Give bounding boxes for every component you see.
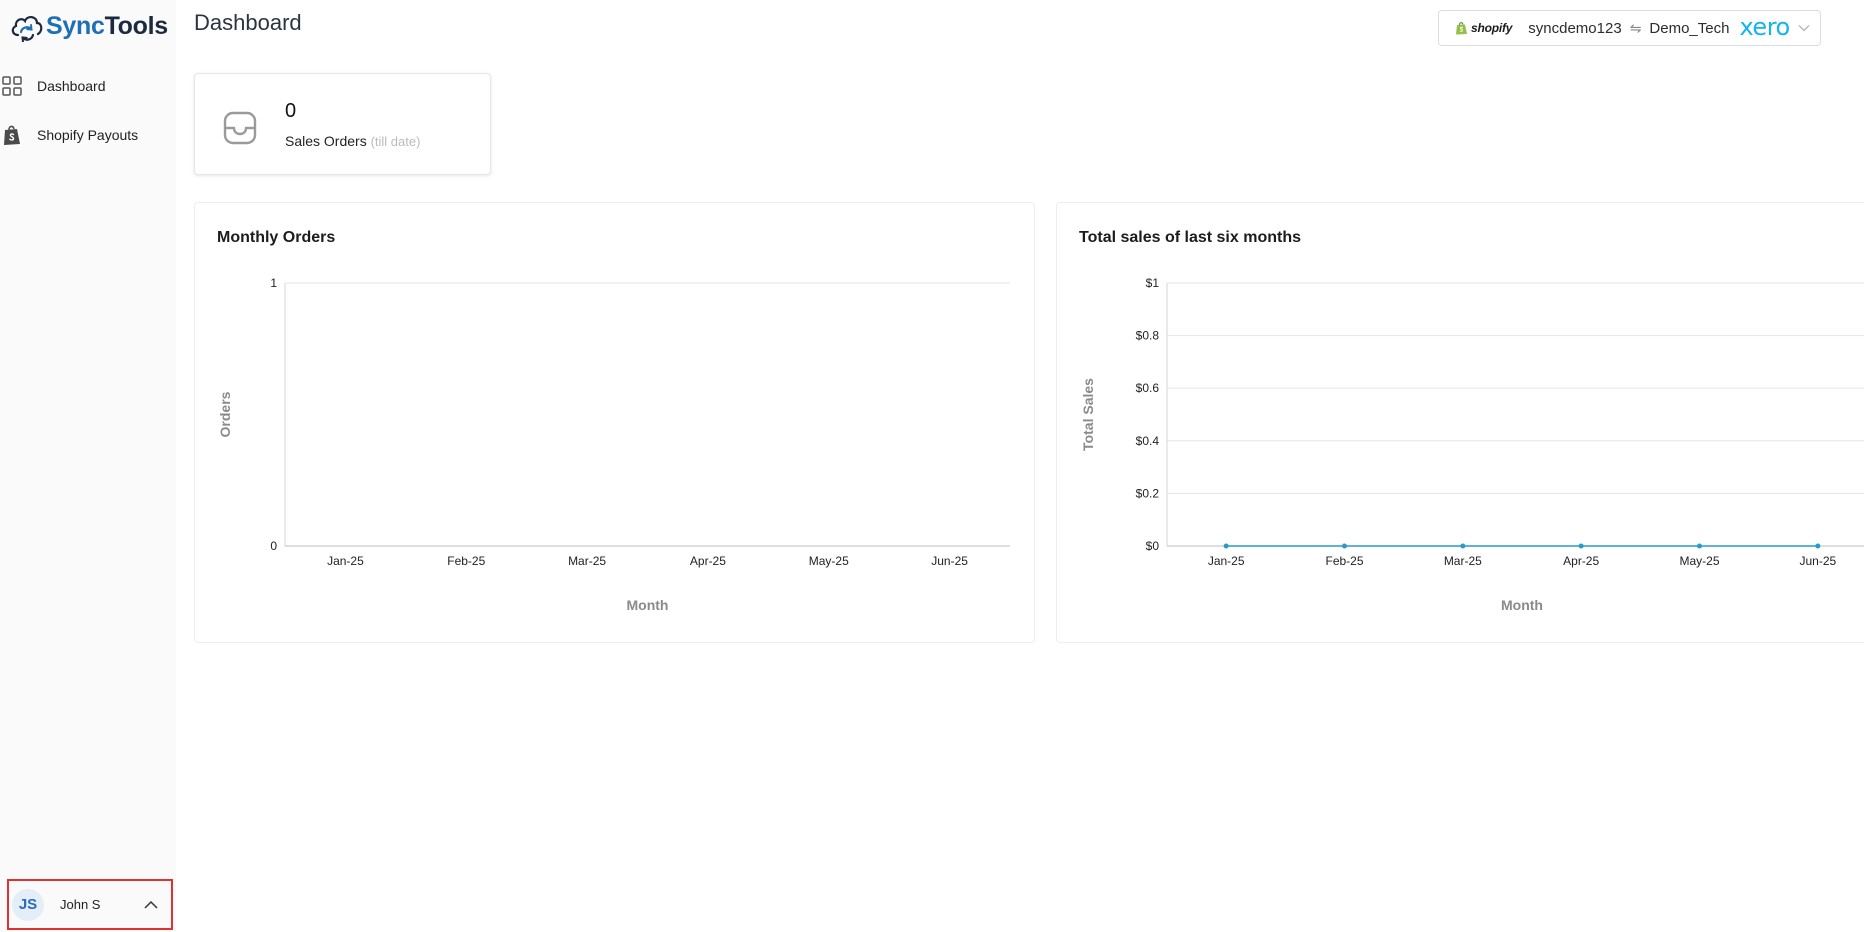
x-tick-label: Jun-25	[931, 554, 968, 568]
user-menu[interactable]: JS John S	[7, 879, 173, 930]
sales-orders-label: Sales Orders (till date)	[285, 133, 420, 149]
monthly-orders-chart-card: 0 1 Jan-25 Feb-25 Mar-25 Apr-25 May-25 Jun-25 Mo…	[194, 202, 1035, 643]
chevron-up-icon	[143, 897, 159, 913]
x-tick-label: May-25	[809, 554, 849, 568]
y-tick-label: $0	[1146, 539, 1160, 553]
y-tick-label: 1	[270, 276, 277, 290]
data-point	[1342, 543, 1347, 549]
shopify-logo: shopify	[1455, 21, 1512, 35]
y-axis-title: Total Sales	[1080, 378, 1096, 451]
total-sales-chart: $0 $0.2 $0.4 $0.6 $0.8 $1 Jan-25 Feb-25 Mar-25 Ap…	[1080, 276, 1864, 613]
x-tick-label: May-25	[1679, 554, 1719, 568]
x-tick-label: Apr-25	[1563, 554, 1599, 568]
total-sales-chart-card: $0 $0.2 $0.4 $0.6 $0.8 $1 Jan-25 Feb-25 Mar-25 Ap…	[1056, 202, 1864, 643]
shopify-bag-icon	[1, 124, 23, 146]
app-logo-text: SyncTools	[46, 12, 168, 41]
logo-tools-text: Tools	[104, 11, 169, 40]
shopify-bag-icon	[1456, 22, 1467, 35]
data-point	[1815, 543, 1821, 549]
sales-orders-card: 0 Sales Orders (till date)	[194, 73, 491, 175]
y-axis-title: Orders	[217, 391, 233, 437]
app-logo[interactable]: SyncTools	[10, 6, 168, 46]
logo-sync-text: Sync	[46, 11, 105, 40]
x-tick-label: Apr-25	[690, 554, 726, 568]
data-point	[1697, 543, 1702, 549]
x-axis-title: Month	[1501, 597, 1543, 613]
data-point	[1460, 543, 1466, 549]
org-name: Demo_Tech	[1649, 19, 1730, 37]
x-tick-label: Jan-25	[327, 554, 364, 568]
sidebar-item-dashboard[interactable]: Dashboard	[0, 68, 176, 104]
x-tick-label: Jan-25	[1208, 554, 1245, 568]
sales-orders-count: 0	[285, 100, 297, 122]
grid-icon	[1, 75, 23, 97]
chart-title: Total sales of last six months	[1079, 229, 1301, 246]
user-name: John S	[60, 897, 101, 912]
monthly-orders-chart: 0 1 Jan-25 Feb-25 Mar-25 Apr-25 May-25 Jun-25 Mo…	[217, 276, 1010, 613]
y-tick-label: $0.8	[1136, 329, 1160, 343]
connection-selector[interactable]: shopify syncdemo123 ⇋ Demo_Tech xero	[1438, 10, 1821, 46]
y-tick-label: $0.4	[1136, 434, 1160, 448]
chart-title: Monthly Orders	[217, 229, 336, 246]
sidebar: SyncTools Dashboard Shopify Payouts JS J…	[0, 0, 176, 932]
sales-orders-sublabel: (till date)	[370, 134, 421, 149]
x-tick-label: Mar-25	[568, 554, 606, 568]
x-tick-label: Feb-25	[447, 554, 485, 568]
x-tick-label: Feb-25	[1325, 554, 1363, 568]
shopify-wordmark: shopify	[1471, 21, 1513, 35]
y-tick-label: $1	[1146, 276, 1160, 290]
y-tick-label: $0.6	[1136, 381, 1160, 395]
y-tick-label: $0.2	[1136, 486, 1160, 500]
chevron-down-icon	[1798, 19, 1810, 37]
sidebar-item-shopify-payouts[interactable]: Shopify Payouts	[0, 117, 176, 153]
sales-orders-label-text: Sales Orders	[285, 133, 367, 149]
data-point	[1578, 543, 1584, 549]
data-point	[1223, 543, 1229, 549]
xero-logo: xero	[1739, 12, 1790, 41]
x-tick-label: Jun-25	[1799, 554, 1836, 568]
sync-arrows-icon: ⇋	[1629, 19, 1642, 36]
page-title: Dashboard	[194, 10, 302, 35]
store-name: syncdemo123	[1528, 19, 1622, 37]
inbox-icon	[223, 111, 257, 150]
sidebar-item-label: Dashboard	[37, 78, 106, 94]
y-tick-label: 0	[270, 539, 277, 553]
avatar: JS	[12, 888, 44, 921]
cloud-sync-icon	[11, 16, 43, 42]
sidebar-item-label: Shopify Payouts	[37, 127, 139, 143]
x-axis-title: Month	[627, 597, 669, 613]
x-tick-label: Mar-25	[1444, 554, 1482, 568]
